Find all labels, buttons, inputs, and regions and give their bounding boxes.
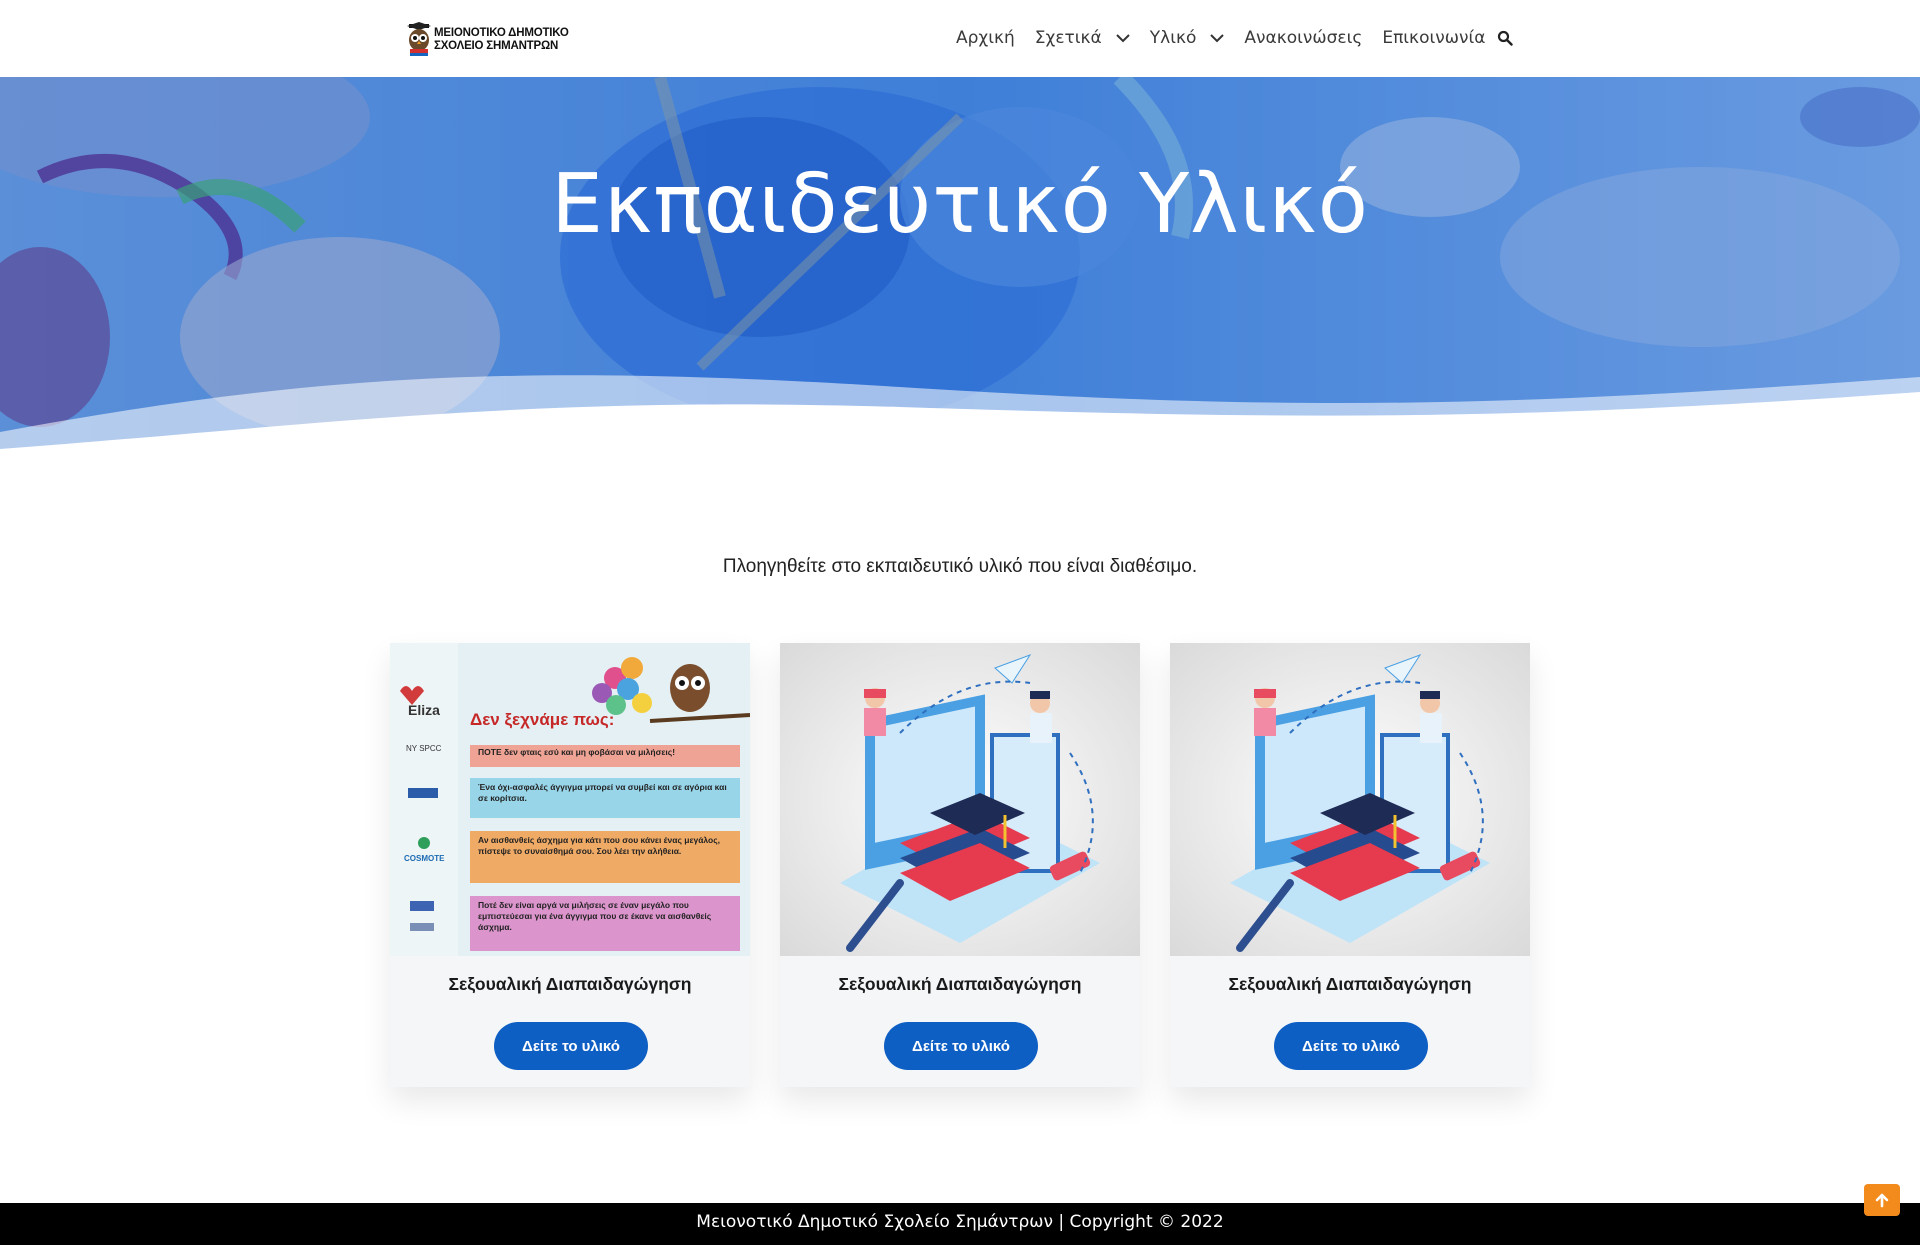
poster-line-4: Ποτέ δεν είναι αργά να μιλήσεις σε έναν … xyxy=(478,900,712,932)
hero-banner: Εκπαιδευτικό Υλικό xyxy=(0,77,1920,457)
svg-text:NY SPCC: NY SPCC xyxy=(406,744,442,753)
site-footer: Μειονοτικό Δημοτικό Σχολείο Σημάντρων | … xyxy=(0,1203,1920,1245)
view-material-button[interactable]: Δείτε το υλικό xyxy=(1274,1022,1428,1070)
card-education-illustration[interactable] xyxy=(1170,643,1530,956)
material-card: Eliza NY SPCC COSMOTE Δεν ξεχνάμε πως: Π… xyxy=(390,643,750,1087)
nav-item-home[interactable]: Αρχική xyxy=(956,28,1015,48)
nav-label-contact: Επικοινωνία xyxy=(1382,28,1486,48)
nav-label-material: Υλικό xyxy=(1149,28,1197,48)
logo-text: ΜΕΙΟΝΟΤΙΚΟ ΔΗΜΟΤΙΚΟ ΣΧΟΛΕΙΟ ΣΗΜΑΝΤΡΩΝ xyxy=(434,27,569,53)
card-poster-image[interactable]: Eliza NY SPCC COSMOTE Δεν ξεχνάμε πως: Π… xyxy=(390,643,750,956)
logo-line-2: ΣΧΟΛΕΙΟ ΣΗΜΑΝΤΡΩΝ xyxy=(434,40,559,52)
main-nav: Αρχική Σχετικά Υλικό Ανακοινώσεις Επικοι… xyxy=(956,24,1514,52)
poster-line-1: ΠΟΤΕ δεν φταις εσύ και μη φοβάσαι να μιλ… xyxy=(478,747,676,757)
card-title: Σεξουαλική Διαπαιδαγώγηση xyxy=(448,974,692,994)
page-title: Εκπαιδευτικό Υλικό xyxy=(551,157,1369,252)
chevron-down-icon[interactable] xyxy=(1116,31,1130,45)
poster-line-3: Αν αισθανθείς άσχημα για κάτι που σου κά… xyxy=(478,835,721,856)
arrow-up-icon xyxy=(1875,1193,1889,1208)
card-title: Σεξουαλική Διαπαιδαγώγηση xyxy=(838,974,1082,994)
nav-item-contact[interactable]: Επικοινωνία xyxy=(1382,28,1485,48)
poster-brand: Eliza xyxy=(408,702,440,718)
chevron-down-icon[interactable] xyxy=(1210,31,1225,45)
poster-sponsor: COSMOTE xyxy=(404,854,445,863)
footer-copyright: Μειονοτικό Δημοτικό Σχολείο Σημάντρων | … xyxy=(696,1212,1224,1232)
card-education-illustration[interactable] xyxy=(780,643,1140,956)
nav-item-about[interactable]: Σχετικά xyxy=(1035,28,1130,48)
nav-label-about: Σχετικά xyxy=(1034,28,1102,48)
search-icon[interactable] xyxy=(1497,30,1514,46)
logo-line-1: ΜΕΙΟΝΟΤΙΚΟ ΔΗΜΟΤΙΚΟ xyxy=(434,27,569,39)
view-material-button[interactable]: Δείτε το υλικό xyxy=(494,1022,648,1070)
owl-logo-icon xyxy=(406,22,432,58)
nav-label-home: Αρχική xyxy=(956,28,1015,48)
material-card: Σεξουαλική Διαπαιδαγώγηση Δείτε το υλικό xyxy=(1170,643,1530,1087)
card-title: Σεξουαλική Διαπαιδαγώγηση xyxy=(1228,974,1472,994)
material-card: Σεξουαλική Διαπαιδαγώγηση Δείτε το υλικό xyxy=(780,643,1140,1087)
nav-label-announcements: Ανακοινώσεις xyxy=(1244,28,1363,48)
nav-item-material[interactable]: Υλικό xyxy=(1150,28,1225,48)
hero-background-image xyxy=(0,77,1920,457)
site-logo[interactable]: ΜΕΙΟΝΟΤΙΚΟ ΔΗΜΟΤΙΚΟ ΣΧΟΛΕΙΟ ΣΗΜΑΝΤΡΩΝ xyxy=(406,20,576,60)
intro-text: Πλοηγηθείτε στο εκπαιδευτικό υλικό που ε… xyxy=(722,556,1198,577)
scroll-to-top-button[interactable] xyxy=(1864,1184,1900,1216)
site-header: ΜΕΙΟΝΟΤΙΚΟ ΔΗΜΟΤΙΚΟ ΣΧΟΛΕΙΟ ΣΗΜΑΝΤΡΩΝ Αρ… xyxy=(0,0,1920,77)
view-material-button[interactable]: Δείτε το υλικό xyxy=(884,1022,1038,1070)
poster-line-2: Ένα όχι-ασφαλές άγγιγμα μπορεί να συμβεί… xyxy=(478,782,727,803)
poster-heading: Δεν ξεχνάμε πως: xyxy=(470,710,614,729)
nav-item-announcements[interactable]: Ανακοινώσεις xyxy=(1244,28,1362,48)
